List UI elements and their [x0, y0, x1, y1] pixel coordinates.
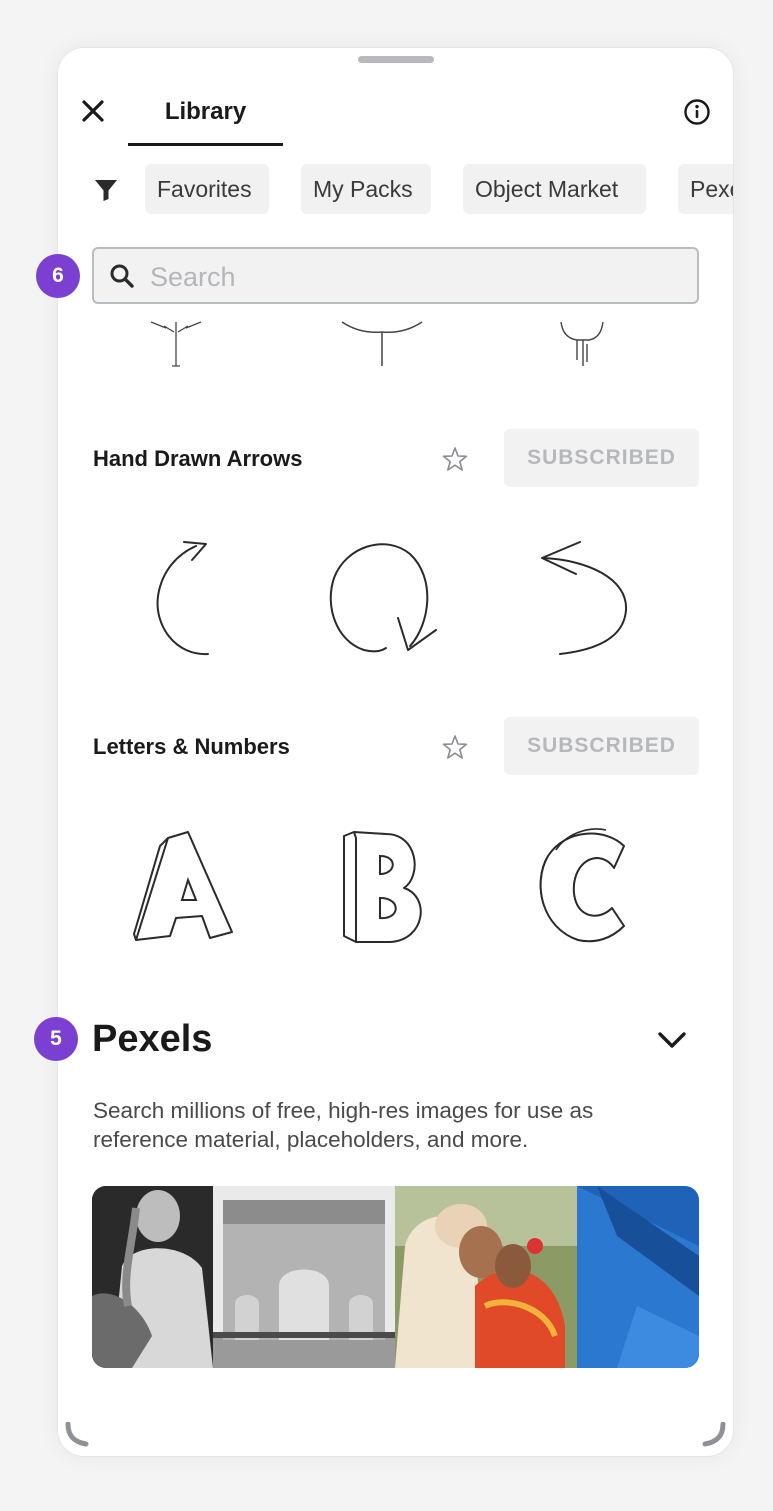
annotation-badge-6: 6 — [36, 254, 80, 298]
photo-wedding-couple[interactable] — [395, 1186, 577, 1368]
sticker-letter-c[interactable] — [536, 828, 632, 944]
pexels-photo-strip — [92, 1186, 699, 1368]
sticker-curved-arrow-back[interactable] — [536, 538, 632, 662]
annotation-badge-5: 5 — [34, 1017, 78, 1061]
photo-blue-pool-steps[interactable] — [577, 1186, 699, 1368]
search-field[interactable] — [92, 247, 699, 304]
star-outline-icon — [442, 447, 468, 471]
sticker-sketch-tree-2[interactable] — [340, 320, 424, 368]
chip-favorites[interactable]: Favorites — [145, 164, 269, 214]
filter-button[interactable] — [94, 178, 118, 202]
favorite-star-button[interactable] — [442, 446, 468, 472]
pexels-description: Search millions of free, high-res images… — [93, 1098, 594, 1152]
search-icon — [110, 264, 134, 288]
chip-object-market[interactable]: Object Market — [463, 164, 646, 214]
search-input[interactable] — [148, 257, 682, 297]
subscribed-button[interactable]: SUBSCRIBED — [504, 429, 699, 487]
info-icon — [684, 99, 710, 125]
photo-girl-with-dog[interactable] — [92, 1186, 213, 1368]
info-button[interactable] — [683, 98, 711, 126]
sticker-sketch-tree-1[interactable] — [146, 320, 206, 368]
subscribed-button[interactable]: SUBSCRIBED — [504, 717, 699, 775]
library-sheet: Library Favorites My Packs Object Market… — [58, 48, 733, 1456]
sticker-loop-arrow[interactable] — [326, 538, 438, 662]
corner-handle-right-icon — [702, 1422, 726, 1447]
sticker-letter-a[interactable] — [132, 828, 236, 944]
sticker-letter-b[interactable] — [340, 828, 432, 944]
filter-row: Favorites My Packs Object Market Pexels — [58, 164, 733, 216]
close-button[interactable] — [78, 96, 108, 126]
pack-title-hand-drawn-arrows: Hand Drawn Arrows — [93, 446, 303, 471]
star-outline-icon — [442, 735, 468, 759]
tab-active-indicator — [128, 143, 283, 146]
pexels-toggle-button[interactable] — [656, 1028, 688, 1052]
sheet-grabber-handle[interactable] — [358, 56, 434, 63]
photo-triumphal-arch[interactable] — [213, 1186, 395, 1368]
pexels-section-title: Pexels — [92, 1018, 213, 1060]
close-icon — [82, 100, 104, 122]
chip-my-packs[interactable]: My Packs — [301, 164, 431, 214]
tab-library-label: Library — [164, 98, 247, 125]
tab-library[interactable]: Library — [128, 92, 283, 146]
sticker-curved-arrow[interactable] — [148, 538, 218, 658]
filter-icon — [95, 180, 117, 201]
corner-handle-left-icon — [65, 1422, 89, 1447]
chip-pexels[interactable]: Pexels — [678, 164, 733, 214]
favorite-star-button[interactable] — [442, 734, 468, 760]
chevron-down-icon — [658, 1032, 686, 1048]
pack-title-letters-numbers: Letters & Numbers — [93, 734, 290, 759]
sticker-sketch-tree-3[interactable] — [553, 320, 613, 368]
